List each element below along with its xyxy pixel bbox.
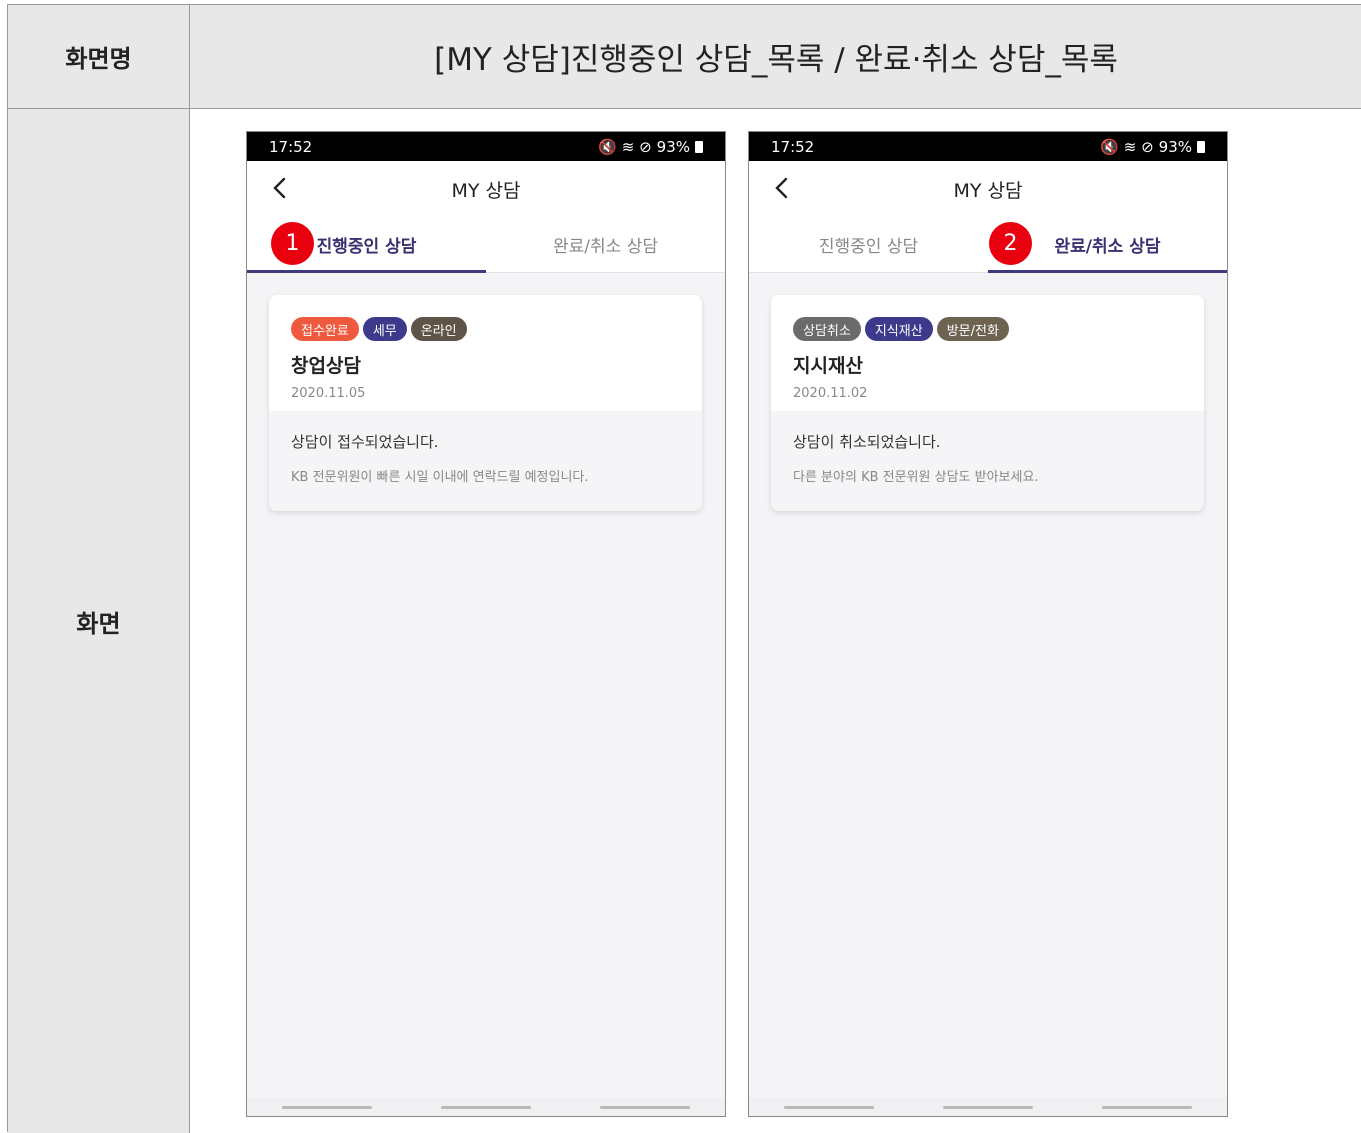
back-icon[interactable] xyxy=(267,175,293,201)
card-message: 상담이 접수되었습니다. xyxy=(291,433,439,451)
consultation-card[interactable]: 상담취소 지식재산 방문/전화 지시재산 2020.11.02 상담이 취소되었… xyxy=(771,295,1204,511)
screen-name-value: [MY 상담]진행중인 상담_목록 / 완료·취소 상담_목록 xyxy=(190,5,1361,109)
battery-icon xyxy=(695,140,703,153)
tab-in-progress[interactable]: 진행중인 상담 xyxy=(749,217,988,272)
tab-bar: 진행중인 상담 완료/취소 상담 2 xyxy=(749,217,1227,273)
card-submessage: KB 전문위원이 빠른 시일 이내에 연락드릴 예정입니다. xyxy=(291,470,589,485)
status-icons: 🔇 ≋ ⊘ xyxy=(1100,137,1154,156)
app-bar: MY 상담 xyxy=(749,161,1227,217)
callout-marker: 1 xyxy=(271,222,314,265)
consultation-card[interactable]: 접수완료 세무 온라인 창업상담 2020.11.05 상담이 접수되었습니다.… xyxy=(269,295,702,511)
card-title: 창업상담 xyxy=(291,355,361,377)
card-submessage: 다른 분야의 KB 전문위원 상담도 받아보세요. xyxy=(793,470,1039,485)
page-title: MY 상담 xyxy=(451,179,521,202)
callout-marker: 2 xyxy=(989,222,1032,265)
badge-group: 상담취소 지식재산 방문/전화 xyxy=(793,317,1182,341)
card-message-area: 상담이 취소되었습니다. 다른 분야의 KB 전문위원 상담도 받아보세요. xyxy=(771,411,1204,511)
phone-screen-completed: 17:52 🔇 ≋ ⊘ 93% MY 상담 진행중인 상담 완료/취소 상담 2… xyxy=(748,131,1228,1117)
battery-level: 93% xyxy=(1158,137,1192,156)
channel-badge: 방문/전화 xyxy=(936,317,1009,341)
battery-level: 93% xyxy=(656,137,690,156)
status-bar: 17:52 🔇 ≋ ⊘ 93% xyxy=(749,132,1227,161)
page-title: MY 상담 xyxy=(953,179,1023,202)
status-badge: 접수완료 xyxy=(291,317,359,341)
card-date: 2020.11.02 xyxy=(793,386,868,401)
category-badge: 지식재산 xyxy=(864,317,933,341)
status-icons: 🔇 ≋ ⊘ xyxy=(598,137,652,156)
card-date: 2020.11.05 xyxy=(291,386,366,401)
app-bar: MY 상담 xyxy=(247,161,725,217)
phone-screen-in-progress: 17:52 🔇 ≋ ⊘ 93% MY 상담 진행중인 상담 완료/취소 상담 1… xyxy=(246,131,726,1117)
tab-completed-cancelled[interactable]: 완료/취소 상담 xyxy=(486,217,725,272)
battery-icon xyxy=(1197,140,1205,153)
status-time: 17:52 xyxy=(771,137,815,156)
status-badge: 상담취소 xyxy=(793,317,861,341)
back-icon[interactable] xyxy=(769,175,795,201)
card-message-area: 상담이 접수되었습니다. KB 전문위원이 빠른 시일 이내에 연락드릴 예정입… xyxy=(269,411,702,511)
status-time: 17:52 xyxy=(269,137,313,156)
card-title: 지시재산 xyxy=(793,355,863,377)
screen-label: 화면 xyxy=(8,109,190,1133)
gesture-nav-bar xyxy=(247,1098,725,1116)
category-badge: 세무 xyxy=(362,317,407,341)
gesture-nav-bar xyxy=(749,1098,1227,1116)
badge-group: 접수완료 세무 온라인 xyxy=(291,317,680,341)
channel-badge: 온라인 xyxy=(410,317,467,341)
card-message: 상담이 취소되었습니다. xyxy=(793,433,941,451)
status-bar: 17:52 🔇 ≋ ⊘ 93% xyxy=(247,132,725,161)
tab-bar: 진행중인 상담 완료/취소 상담 1 xyxy=(247,217,725,273)
screen-name-label: 화면명 xyxy=(8,5,190,109)
